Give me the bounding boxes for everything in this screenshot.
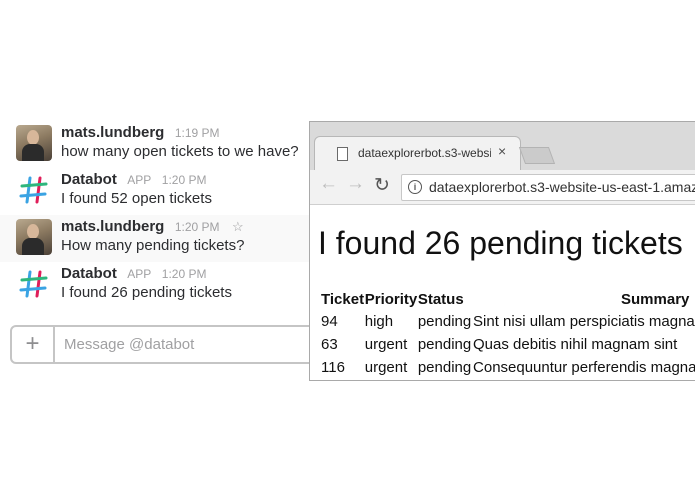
- column-header: Status: [417, 290, 464, 308]
- app-badge: APP: [127, 267, 152, 281]
- message-timestamp[interactable]: 1:20 PM: [175, 220, 220, 234]
- databot-logo-icon: [19, 270, 48, 298]
- ticket-summary: Consequuntur perferendis magnam: [473, 359, 695, 376]
- message-timestamp[interactable]: 1:19 PM: [175, 126, 220, 140]
- message-1[interactable]: mats.lundberg 1:19 PM how many open tick…: [0, 124, 320, 170]
- table-row[interactable]: 116 urgent pending Consequuntur perferen…: [321, 356, 695, 379]
- ticket-summary: Quas debitis nihil magnam sint: [473, 336, 678, 353]
- app-badge: APP: [127, 173, 152, 187]
- author-name[interactable]: mats.lundberg: [61, 218, 164, 235]
- message-composer[interactable]: + Message @databot: [10, 325, 350, 364]
- star-icon[interactable]: ☆: [232, 219, 244, 234]
- browser-toolbar: ← → ↻ i dataexplorerbot.s3-website-us-ea…: [310, 170, 695, 205]
- table-header-row: Ticket Priority Status Summary: [321, 288, 695, 310]
- browser-tab[interactable]: dataexplorerbot.s3-website-us-east-1.ama…: [314, 136, 521, 171]
- databot-logo-icon: [19, 176, 48, 204]
- ticket-priority: urgent: [364, 336, 408, 353]
- column-header: Ticket: [321, 290, 365, 308]
- tab-strip: dataexplorerbot.s3-website-us-east-1.ama…: [310, 122, 695, 171]
- message-4[interactable]: Databot APP 1:20 PM I found 26 pending t…: [0, 265, 320, 311]
- databot-avatar[interactable]: [16, 172, 52, 208]
- ticket-priority: high: [364, 313, 394, 330]
- browser-window: dataexplorerbot.s3-website-us-east-1.ama…: [309, 121, 695, 381]
- url-text[interactable]: dataexplorerbot.s3-website-us-east-1.ama…: [429, 179, 695, 195]
- new-tab-button[interactable]: [518, 147, 556, 164]
- ticket-status: pending: [417, 336, 472, 353]
- user-avatar[interactable]: [16, 125, 52, 161]
- message-timestamp[interactable]: 1:20 PM: [162, 173, 207, 187]
- databot-avatar[interactable]: [16, 266, 52, 302]
- ticket-summary: Sint nisi ullam perspiciatis magnam: [473, 313, 695, 330]
- tickets-table: Ticket Priority Status Summary 94 high p…: [321, 288, 695, 379]
- table-row[interactable]: 94 high pending Sint nisi ullam perspici…: [321, 310, 695, 333]
- plus-icon[interactable]: +: [12, 327, 55, 362]
- message-2[interactable]: Databot APP 1:20 PM I found 52 open tick…: [0, 171, 320, 217]
- author-name[interactable]: mats.lundberg: [61, 124, 164, 141]
- message-text: how many open tickets to we have?: [61, 143, 299, 160]
- ticket-status: pending: [417, 313, 472, 330]
- page-heading: I found 26 pending tickets: [318, 225, 683, 261]
- ticket-priority: urgent: [364, 359, 408, 376]
- message-3[interactable]: mats.lundberg 1:20 PM ☆ How many pending…: [0, 215, 320, 262]
- back-arrow-icon[interactable]: ←: [319, 173, 338, 195]
- message-text: I found 26 pending tickets: [61, 284, 232, 301]
- close-icon[interactable]: ×: [498, 143, 506, 159]
- ticket-id: 116: [321, 359, 345, 376]
- message-text: I found 52 open tickets: [61, 190, 212, 207]
- user-avatar[interactable]: [16, 219, 52, 255]
- message-text: How many pending tickets?: [61, 237, 245, 254]
- column-header: Priority: [364, 290, 418, 308]
- address-bar[interactable]: i dataexplorerbot.s3-website-us-east-1.a…: [401, 174, 695, 201]
- message-timestamp[interactable]: 1:20 PM: [162, 267, 207, 281]
- ticket-status: pending: [417, 359, 472, 376]
- column-header: Summary: [621, 290, 690, 308]
- reload-icon[interactable]: ↻: [374, 174, 390, 197]
- table-row[interactable]: 63 urgent pending Quas debitis nihil mag…: [321, 333, 695, 356]
- tab-title: dataexplorerbot.s3-website-us-east-1.ama…: [358, 146, 491, 160]
- ticket-id: 94: [321, 313, 338, 330]
- forward-arrow-icon[interactable]: →: [346, 173, 365, 195]
- author-name[interactable]: Databot: [61, 171, 117, 188]
- ticket-id: 63: [321, 336, 338, 353]
- info-icon[interactable]: i: [408, 180, 422, 194]
- author-name[interactable]: Databot: [61, 265, 117, 282]
- message-input[interactable]: Message @databot: [64, 336, 194, 353]
- document-icon: [337, 147, 348, 161]
